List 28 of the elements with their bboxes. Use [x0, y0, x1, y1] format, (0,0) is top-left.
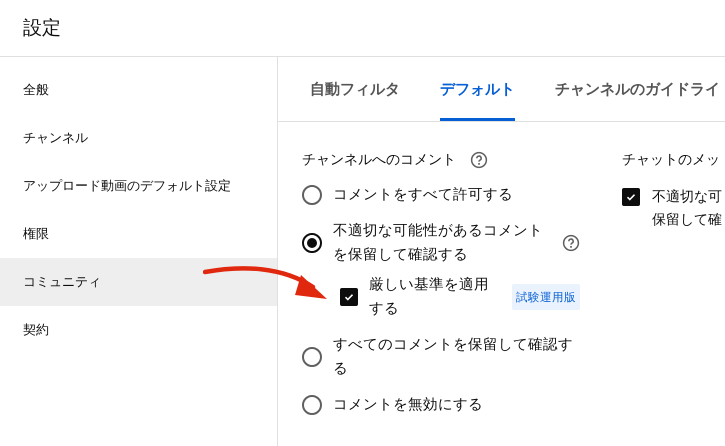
sidebar-item[interactable]: 権限 [0, 210, 277, 258]
option-label: 保留して確 [652, 211, 722, 230]
status-badge: 試験運用版 [512, 284, 580, 310]
radio-button[interactable] [302, 395, 322, 415]
option-label: 不適切な可 [652, 188, 722, 207]
radio-button[interactable] [302, 233, 322, 253]
radio-button[interactable] [302, 347, 322, 367]
option-label: 厳しい基準を適用する [369, 276, 490, 319]
help-icon[interactable] [470, 151, 488, 169]
sidebar-item[interactable]: コミュニティ [0, 258, 277, 306]
tab[interactable]: デフォルト [440, 57, 515, 121]
tab[interactable]: 自動フィルタ [310, 57, 400, 121]
page-title: 設定 [23, 16, 61, 41]
tab[interactable]: チャンネルのガイドライ [555, 57, 720, 121]
sidebar-item[interactable]: アップロード動画のデフォルト設定 [0, 162, 277, 210]
checkbox[interactable] [340, 288, 358, 306]
option-label: すべてのコメントを保留して確認する [333, 336, 574, 379]
sidebar-item[interactable]: 全般 [0, 66, 277, 114]
checkbox[interactable] [622, 188, 640, 206]
sidebar-item[interactable]: チャンネル [0, 114, 277, 162]
section-title: チャットのメッ [622, 151, 720, 169]
radio-button[interactable] [302, 185, 322, 205]
sidebar-item[interactable]: 契約 [0, 306, 277, 354]
section-title: チャンネルへのコメント [302, 151, 456, 169]
help-icon[interactable] [562, 234, 580, 252]
option-label: コメントをすべて許可する [333, 186, 514, 205]
option-label: 不適切な可能性があるコメントを保留して確認する [333, 222, 544, 265]
option-label: コメントを無効にする [333, 396, 484, 415]
